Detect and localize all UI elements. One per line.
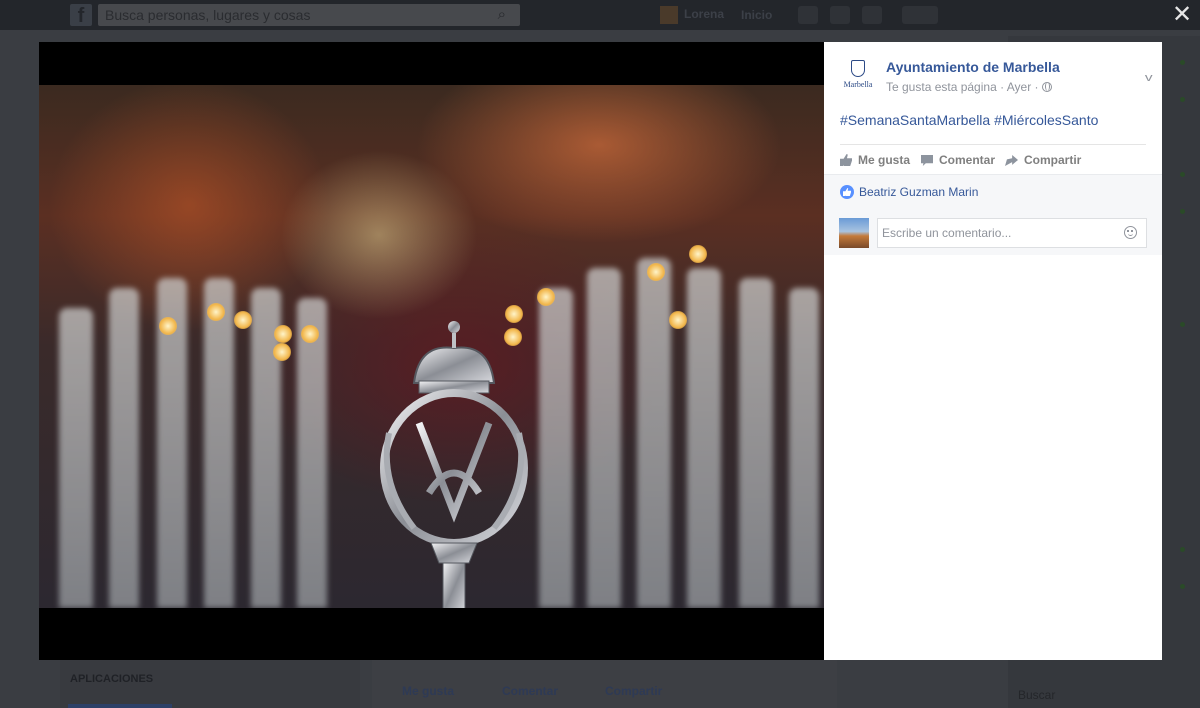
avatar [839, 218, 869, 248]
emoji-icon[interactable] [1124, 226, 1137, 239]
friend-requests-icon[interactable] [798, 6, 818, 24]
facebook-logo-icon[interactable]: f [70, 4, 92, 27]
page-logo[interactable]: Marbella [840, 58, 876, 94]
user-name: Lorena [684, 7, 725, 22]
photo-side-panel: Marbella Ayuntamiento de Marbella Te gus… [824, 42, 1162, 660]
online-dot [1180, 547, 1185, 552]
online-dot [1180, 209, 1185, 214]
post-actions: Me gusta Comentar Compartir [840, 144, 1146, 175]
feed-comment-button[interactable]: Comentar [502, 684, 558, 698]
close-icon[interactable]: ✕ [1170, 3, 1194, 27]
post-meta: Te gusta esta página · Ayer · [886, 80, 1052, 94]
online-dot [1180, 60, 1185, 65]
chat-search-input[interactable]: Buscar [1012, 684, 1197, 706]
hashtag-link[interactable]: #SemanaSantaMarbella [840, 112, 990, 128]
share-icon [1005, 155, 1018, 166]
chevron-down-icon[interactable]: v [1145, 72, 1153, 84]
likers-link[interactable]: Beatriz Guzman Marin [840, 185, 978, 199]
like-button[interactable]: Me gusta [840, 153, 910, 167]
messages-icon[interactable] [830, 6, 850, 24]
like-label: Me gusta [858, 153, 911, 167]
silver-scepter-icon [380, 321, 528, 608]
avatar [660, 6, 678, 24]
online-dot [1180, 97, 1185, 102]
hashtag-link[interactable]: #MiércolesSanto [994, 112, 1098, 128]
online-dot [1180, 172, 1185, 177]
apps-heading: APLICACIONES [70, 673, 154, 685]
share-label: Compartir [1024, 153, 1082, 167]
post-photo[interactable] [39, 85, 824, 608]
profile-link[interactable]: Lorena [660, 6, 724, 24]
search-placeholder: Busca personas, lugares y cosas [105, 7, 311, 23]
shield-icon [851, 60, 865, 77]
background-search-input[interactable]: Busca personas, lugares y cosas ⌕ [98, 4, 520, 26]
page-name-link[interactable]: Ayuntamiento de Marbella [886, 59, 1060, 75]
post-meta-text: Te gusta esta página · Ayer · [886, 80, 1039, 94]
page-logo-text: Marbella [843, 80, 873, 89]
apps-item[interactable] [68, 704, 172, 708]
like-badge-icon [840, 185, 854, 199]
feed-share-button[interactable]: Compartir [605, 684, 662, 698]
comment-button[interactable]: Comentar [921, 153, 995, 167]
feed-like-button[interactable]: Me gusta [402, 684, 454, 698]
notifications-icon[interactable] [862, 6, 882, 24]
thumbs-up-icon [840, 154, 852, 166]
online-dot [1180, 322, 1185, 327]
share-button[interactable]: Compartir [1005, 153, 1081, 167]
likers-name: Beatriz Guzman Marin [859, 185, 979, 199]
online-dot [1180, 584, 1185, 589]
comment-label: Comentar [939, 153, 996, 167]
post-caption: #SemanaSantaMarbella #MiércolesSanto [840, 112, 1098, 128]
feedback-section: Beatriz Guzman Marin [824, 174, 1162, 255]
post-header: Marbella Ayuntamiento de Marbella Te gus… [840, 58, 1153, 98]
search-icon[interactable]: ⌕ [498, 4, 506, 26]
settings-menu-icon[interactable] [902, 6, 938, 24]
home-link[interactable]: Inicio [741, 8, 772, 22]
comment-icon [921, 155, 933, 166]
globe-icon[interactable] [1041, 82, 1052, 92]
comment-input[interactable] [877, 218, 1147, 248]
photo-stage [39, 42, 824, 660]
